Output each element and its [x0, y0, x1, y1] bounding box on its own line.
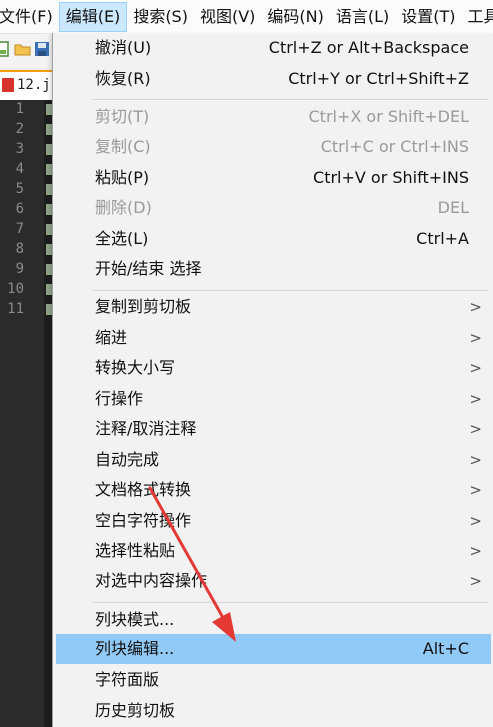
submenu-arrow-icon: >: [469, 542, 482, 560]
menu-language[interactable]: 语言(L): [330, 2, 395, 32]
submenu-arrow-icon: >: [469, 481, 482, 499]
menu-item-label: 开始/结束 选择: [95, 259, 202, 278]
menu-item-label: 列块编辑...: [95, 639, 175, 658]
line-number: 5: [15, 181, 24, 197]
menu-item-on-selection[interactable]: 对选中内容操作 >: [56, 566, 491, 596]
menu-file[interactable]: 文件(F): [0, 2, 59, 32]
menu-item-shortcut: DEL: [437, 198, 469, 217]
menu-item-label: 选择性粘贴: [95, 541, 176, 560]
menu-item-label: 粘贴(P): [95, 168, 150, 187]
menu-item-convert-case[interactable]: 转换大小写 >: [56, 353, 491, 383]
menu-separator: [93, 602, 488, 603]
line-number: 8: [15, 241, 24, 257]
submenu-arrow-icon: >: [469, 298, 482, 316]
toolbar: [0, 34, 52, 68]
menu-item-blank-operations[interactable]: 空白字符操作 >: [56, 506, 491, 536]
menu-item-label: 复制到剪切板: [95, 297, 192, 316]
menubar: 文件(F) 编辑(E) 搜索(S) 视图(V) 编码(N) 语言(L) 设置(T…: [0, 0, 493, 34]
menu-item-comment[interactable]: 注释/取消注释 >: [56, 414, 491, 444]
menu-view[interactable]: 视图(V): [194, 2, 261, 32]
open-folder-icon[interactable]: [14, 40, 32, 58]
menu-encoding[interactable]: 编码(N): [261, 2, 329, 32]
menu-item-eol-conversion[interactable]: 文档格式转换 >: [56, 475, 491, 505]
menu-item-paste[interactable]: 粘贴(P) Ctrl+V or Shift+INS: [56, 163, 491, 193]
menu-item-paste-special[interactable]: 选择性粘贴 >: [56, 536, 491, 566]
menu-item-line-operations[interactable]: 行操作 >: [56, 384, 491, 414]
menu-item-redo[interactable]: 恢复(R) Ctrl+Y or Ctrl+Shift+Z: [56, 64, 491, 94]
menu-item-label: 复制(C): [95, 137, 151, 156]
tab-bar: 12.j: [0, 68, 52, 101]
menu-edit[interactable]: 编辑(E): [58, 1, 128, 32]
menu-item-label: 注释/取消注释: [95, 419, 197, 438]
line-number-gutter: 1 2 3 4 5 6 7 8 9 10 11: [0, 100, 44, 727]
menu-item-label: 转换大小写: [95, 358, 176, 377]
line-number: 9: [15, 261, 24, 277]
menu-item-shortcut: Ctrl+A: [416, 229, 469, 248]
tab-label: 12.j: [17, 77, 51, 93]
save-icon[interactable]: [33, 40, 51, 58]
menu-item-label: 恢复(R): [95, 69, 151, 88]
submenu-arrow-icon: >: [469, 451, 482, 469]
menu-item-label: 撤消(U): [95, 38, 152, 57]
menu-item-shortcut: Ctrl+V or Shift+INS: [313, 168, 469, 187]
menu-item-clipboard-history[interactable]: 历史剪切板: [56, 696, 491, 726]
menu-item-copy-to-clipboard[interactable]: 复制到剪切板 >: [56, 292, 491, 322]
menu-item-column-mode[interactable]: 列块模式...: [56, 605, 491, 635]
menu-item-indent[interactable]: 缩进 >: [56, 323, 491, 353]
menu-item-label: 自动完成: [95, 450, 160, 469]
menu-item-shortcut: Ctrl+Y or Ctrl+Shift+Z: [288, 69, 469, 88]
edit-dropdown-menu: 撤消(U) Ctrl+Z or Alt+Backspace 恢复(R) Ctrl…: [52, 33, 493, 727]
menu-item-begin-end-select[interactable]: 开始/结束 选择: [56, 254, 491, 284]
submenu-arrow-icon: >: [469, 512, 482, 530]
line-number: 7: [15, 221, 24, 237]
menu-item-label: 对选中内容操作: [95, 571, 208, 590]
menu-item-label: 空白字符操作: [95, 511, 192, 530]
line-number: 6: [15, 201, 24, 217]
menu-item-label: 剪切(T): [95, 107, 150, 126]
menu-item-copy[interactable]: 复制(C) Ctrl+C or Ctrl+INS: [56, 132, 491, 162]
line-number: 11: [7, 301, 24, 317]
menu-item-delete[interactable]: 删除(D) DEL: [56, 193, 491, 223]
menu-settings[interactable]: 设置(T): [395, 2, 461, 32]
line-number: 2: [15, 121, 24, 137]
menu-item-shortcut: Ctrl+C or Ctrl+INS: [320, 137, 469, 156]
menu-item-shortcut: Ctrl+Z or Alt+Backspace: [268, 38, 469, 57]
menu-search[interactable]: 搜索(S): [127, 2, 194, 32]
menu-item-label: 缩进: [95, 328, 128, 347]
menu-item-cut[interactable]: 剪切(T) Ctrl+X or Shift+DEL: [56, 102, 491, 132]
menu-item-label: 列块模式...: [95, 610, 175, 629]
line-number: 10: [7, 281, 24, 297]
menu-item-undo[interactable]: 撤消(U) Ctrl+Z or Alt+Backspace: [56, 33, 491, 63]
menu-item-auto-completion[interactable]: 自动完成 >: [56, 445, 491, 475]
menu-item-label: 字符面版: [95, 670, 160, 689]
unsaved-file-icon: [2, 78, 14, 92]
submenu-arrow-icon: >: [469, 420, 482, 438]
menu-separator: [93, 99, 488, 100]
menu-item-shortcut: Alt+C: [422, 639, 469, 658]
submenu-arrow-icon: >: [469, 359, 482, 377]
submenu-arrow-icon: >: [469, 329, 482, 347]
new-file-icon[interactable]: [0, 40, 12, 58]
line-number: 4: [15, 161, 24, 177]
menu-item-label: 行操作: [95, 389, 144, 408]
submenu-arrow-icon: >: [469, 572, 482, 590]
submenu-arrow-icon: >: [469, 390, 482, 408]
menu-item-label: 文档格式转换: [95, 480, 192, 499]
menu-separator: [93, 290, 488, 291]
menu-item-character-panel[interactable]: 字符面版: [56, 665, 491, 695]
line-number: 1: [15, 101, 24, 117]
menu-item-column-editor[interactable]: 列块编辑... Alt+C: [56, 634, 491, 664]
menu-item-select-all[interactable]: 全选(L) Ctrl+A: [56, 224, 491, 254]
menu-item-shortcut: Ctrl+X or Shift+DEL: [308, 107, 470, 126]
line-number: 3: [15, 141, 24, 157]
tab-file-12[interactable]: 12.j: [0, 70, 52, 100]
menu-item-label: 删除(D): [95, 198, 152, 217]
menu-tools[interactable]: 工具: [462, 2, 493, 32]
menu-item-label: 历史剪切板: [95, 701, 176, 720]
menu-item-label: 全选(L): [95, 229, 149, 248]
